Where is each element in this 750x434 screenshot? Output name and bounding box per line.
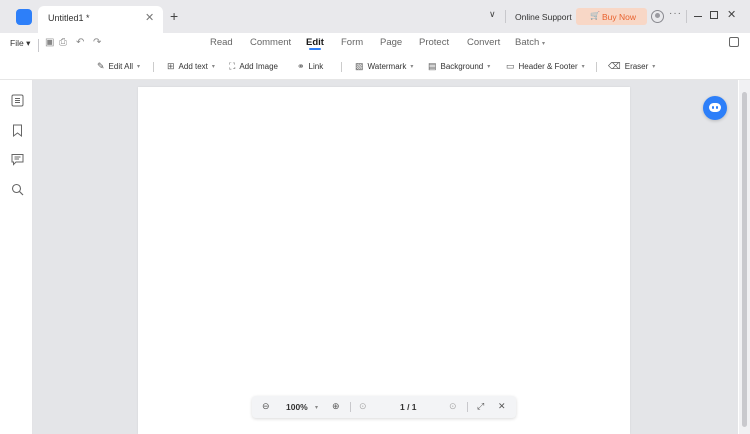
active-tab-indicator	[309, 48, 321, 50]
divider	[596, 62, 597, 72]
add-text-icon: ⊞	[167, 61, 175, 71]
document-canvas	[33, 80, 738, 434]
eraser-label: Eraser	[624, 62, 649, 71]
divider	[686, 10, 687, 23]
watermark-label: Watermark	[367, 62, 407, 71]
buy-now-button[interactable]: 🛒 Buy Now	[576, 8, 647, 25]
tab-page[interactable]: Page	[380, 37, 402, 48]
tab-batch-label: Batch	[515, 37, 540, 48]
print-icon[interactable]: ⎙	[59, 37, 67, 48]
add-image-label: Add Image	[239, 62, 279, 71]
close-zoom-bar-icon[interactable]: ✕	[498, 401, 506, 412]
robot-icon	[709, 103, 721, 112]
eraser-icon: ⌫	[608, 61, 621, 71]
divider	[38, 39, 39, 52]
tab-protect[interactable]: Protect	[419, 37, 449, 48]
link-label: Link	[308, 62, 324, 71]
add-text-label: Add text	[178, 62, 208, 71]
page-indicator[interactable]: 1 / 1	[400, 402, 417, 412]
edit-all-button[interactable]: ✎ Edit All ▾	[97, 61, 140, 72]
edit-icon: ✎	[97, 61, 105, 71]
background-button[interactable]: ▤ Background ▾	[428, 61, 490, 72]
title-bar: Untitled1 * ✕ + ∨ Online Support 🛒 Buy N…	[0, 0, 750, 33]
tab-edit[interactable]: Edit	[306, 37, 324, 48]
watermark-button[interactable]: ▧ Watermark ▾	[355, 61, 413, 72]
divider	[467, 402, 468, 412]
chevron-down-icon: ▾	[211, 64, 215, 70]
tab-read[interactable]: Read	[210, 37, 233, 48]
add-text-button[interactable]: ⊞ Add text ▾	[167, 61, 215, 72]
file-menu-label: File	[10, 38, 24, 48]
divider	[153, 62, 154, 72]
document-tab[interactable]: Untitled1 * ✕	[38, 6, 163, 33]
divider	[350, 402, 351, 412]
share-icon[interactable]	[729, 37, 739, 47]
document-tab-title: Untitled1 *	[48, 13, 90, 23]
document-page[interactable]	[138, 87, 630, 434]
chevron-down-icon: ▾	[652, 64, 656, 70]
divider	[341, 62, 342, 72]
more-icon[interactable]: ···	[669, 8, 682, 19]
thumbnails-icon[interactable]	[11, 94, 24, 107]
cart-icon: 🛒	[590, 11, 600, 20]
next-page-icon[interactable]: ⊙	[449, 401, 457, 412]
watermark-icon: ▧	[355, 61, 364, 71]
ai-assistant-button[interactable]	[703, 96, 727, 120]
background-icon: ▤	[428, 61, 437, 71]
tab-batch[interactable]: Batch ▾	[515, 37, 545, 48]
chevron-down-icon: ▾	[137, 64, 141, 70]
app-logo-icon[interactable]	[16, 9, 32, 25]
tab-convert[interactable]: Convert	[467, 37, 500, 48]
chevron-down-icon: ▾	[541, 41, 545, 47]
new-tab-icon[interactable]: +	[170, 8, 178, 24]
zoom-in-icon[interactable]: ⊕	[332, 401, 340, 412]
edit-all-label: Edit All	[108, 62, 134, 71]
header-footer-label: Header & Footer	[518, 62, 578, 71]
vertical-scrollbar[interactable]	[739, 80, 750, 434]
zoom-level[interactable]: 100%	[286, 402, 308, 412]
tab-form[interactable]: Form	[341, 37, 363, 48]
undo-icon[interactable]: ↶	[76, 37, 84, 48]
image-icon: ⛶	[229, 61, 236, 71]
fit-page-icon[interactable]: ⤢	[477, 401, 484, 412]
eraser-button[interactable]: ⌫ Eraser ▾	[608, 61, 655, 72]
close-tab-icon[interactable]: ✕	[145, 11, 154, 24]
tab-comment[interactable]: Comment	[250, 37, 291, 48]
search-icon[interactable]	[11, 183, 24, 196]
close-window-button[interactable]: ✕	[727, 8, 736, 21]
previous-page-icon[interactable]: ⊙	[359, 401, 367, 412]
buy-now-label: Buy Now	[602, 12, 637, 22]
online-support-link[interactable]: Online Support	[515, 12, 572, 22]
background-label: Background	[440, 62, 484, 71]
save-icon[interactable]: ▣	[45, 37, 54, 48]
header-footer-button[interactable]: ▭ Header & Footer ▾	[506, 61, 585, 72]
chevron-down-icon: ▾	[410, 64, 414, 70]
chevron-down-icon[interactable]: ∨	[489, 9, 496, 20]
maximize-button[interactable]	[710, 11, 718, 19]
redo-icon[interactable]: ↷	[93, 37, 101, 48]
avatar[interactable]	[651, 10, 664, 23]
chevron-down-icon: ▾	[581, 64, 585, 70]
divider	[505, 10, 506, 23]
add-image-button[interactable]: ⛶ Add Image	[229, 61, 278, 72]
chevron-down-icon[interactable]: ▾	[315, 404, 318, 411]
comments-icon[interactable]	[11, 153, 24, 166]
left-sidebar	[0, 80, 33, 434]
zoom-out-icon[interactable]: ⊖	[262, 401, 270, 412]
scrollbar-thumb[interactable]	[742, 92, 747, 427]
chevron-down-icon: ▾	[487, 64, 491, 70]
header-footer-icon: ▭	[506, 61, 515, 71]
link-icon: ⚭	[297, 61, 305, 71]
file-menu[interactable]: File ▾	[10, 38, 30, 49]
bookmark-icon[interactable]	[11, 124, 24, 137]
zoom-bar: ⊖ 100% ▾ ⊕ ⊙ 1 / 1 ⊙ ⤢ ✕	[252, 396, 516, 418]
minimize-button[interactable]	[694, 16, 702, 17]
link-button[interactable]: ⚭ Link	[297, 61, 323, 72]
